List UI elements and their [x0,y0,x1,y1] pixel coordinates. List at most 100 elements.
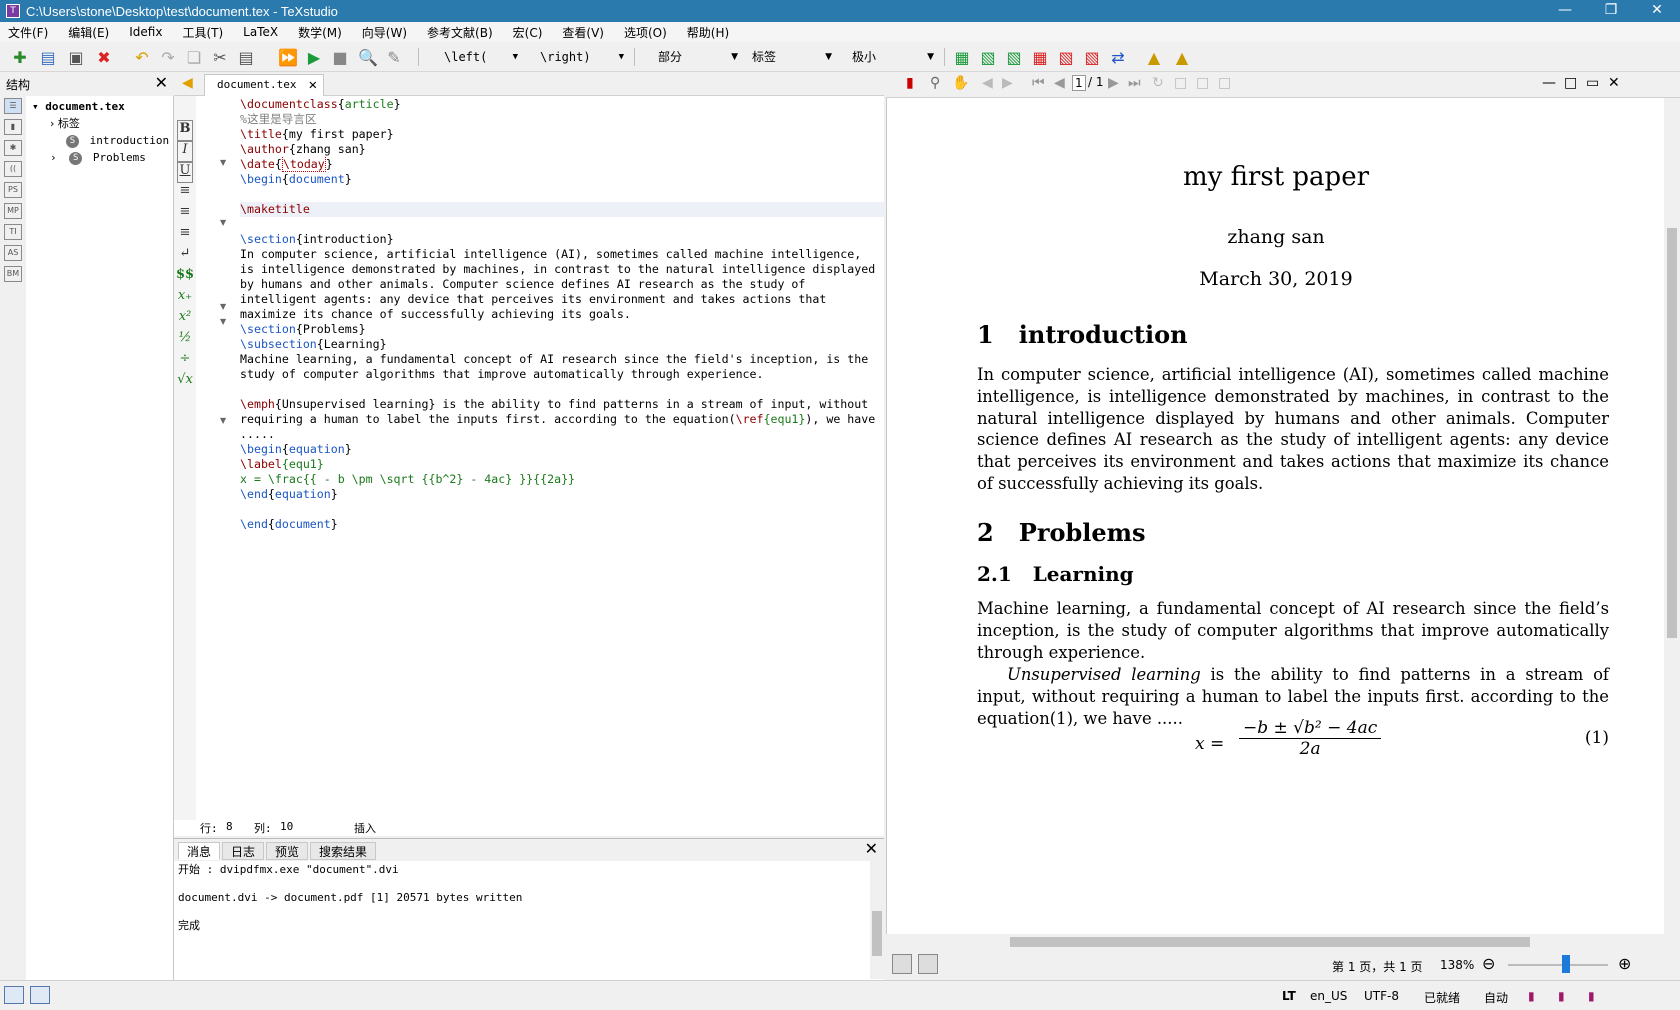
back-icon[interactable]: ◀ [982,75,993,91]
superscript-icon[interactable]: x² [174,309,196,330]
restore-button[interactable]: ❐ [1588,0,1634,22]
forward-icon[interactable]: ▶ [1002,75,1013,91]
menu-view[interactable]: 查看(V) [562,24,604,41]
warning-next-icon[interactable]: ▲ [1170,45,1194,69]
menu-latex[interactable]: LaTeX [243,25,278,39]
menu-idefix[interactable]: Idefix [129,25,162,39]
next-page-icon[interactable]: ▶ [1108,75,1119,91]
code-editor[interactable]: \documentclass{article} %这里是导言区 \title{m… [240,97,884,532]
rotate-icon[interactable]: ↻ [1152,75,1164,91]
fit-page-icon[interactable]: □ [1196,75,1209,91]
undo-icon[interactable]: ↶ [130,45,154,69]
section-combo[interactable]: 部分 ▼ [652,46,740,68]
close-structure-button[interactable]: ✕ [155,73,168,92]
menu-file[interactable]: 文件(F) [8,24,48,41]
align-center-icon[interactable]: ≡ [174,204,196,225]
italic-icon[interactable]: I [177,141,193,162]
bookmark-2-icon[interactable]: ▮ [1558,989,1565,1003]
prev-page-icon[interactable]: ◀ [1054,75,1065,91]
pdf-vertical-scrollbar[interactable] [1664,98,1680,936]
fold-icon[interactable]: ▼ [220,302,226,311]
fraction-icon[interactable]: ½ [174,330,196,351]
stop-icon[interactable]: ■ [328,45,352,69]
underline-icon[interactable]: U [177,162,193,183]
table-remove-row-icon[interactable]: ▦ [1028,45,1052,69]
new-file-icon[interactable]: ✚ [8,45,32,69]
structure-view-icon[interactable]: ☰ [4,98,22,114]
menu-help[interactable]: 帮助(H) [687,24,729,41]
hand-tool-icon[interactable]: ✋ [952,75,969,91]
tab-messages[interactable]: 消息 [178,842,221,860]
chevron-down-icon[interactable]: ▾ [32,100,39,113]
tree-item-problems[interactable]: › S Problems [26,149,174,166]
pdf-viewer[interactable]: my first paper zhang san March 30, 2019 … [886,98,1680,936]
last-page-icon[interactable]: ⏭ [1128,75,1141,91]
zoom-in-icon[interactable]: ⊕ [1618,954,1631,973]
log-icon[interactable]: ✎ [382,45,406,69]
arrow-left-icon[interactable]: ◀ [182,75,193,91]
menu-wizards[interactable]: 向导(W) [362,24,407,41]
tab-document-tex[interactable]: document.tex ✕ [204,74,324,96]
language-tool-icon[interactable]: LT [1282,989,1296,1003]
first-page-icon[interactable]: ⏮ [1032,75,1045,91]
pdf-horizontal-scrollbar[interactable] [886,934,1664,950]
view-pdf-icon[interactable]: 🔍 [356,45,380,69]
toggle-structure-icon[interactable] [4,986,24,1004]
bold-icon[interactable]: B [177,120,193,141]
pstricks-icon[interactable]: PS [4,182,22,198]
bookmark-3-icon[interactable]: ▮ [1588,989,1595,1003]
brackets-icon[interactable]: (( [4,161,22,177]
table-delete-column-icon[interactable]: ▧ [1080,45,1104,69]
bookmark-icon[interactable]: ▮ [1528,989,1535,1003]
zoom-slider-track[interactable] [1508,964,1608,966]
menu-math[interactable]: 数学(M) [298,24,342,41]
page-number-input[interactable]: 1 [1072,75,1086,91]
tree-root[interactable]: ▾ document.tex [26,98,174,115]
table-align-icon[interactable]: ⇄ [1106,45,1130,69]
zoom-out-icon[interactable]: ⊖ [1482,954,1495,973]
open-file-icon[interactable]: ▤ [36,45,60,69]
subscript-icon[interactable]: x₊ [174,288,196,309]
redo-icon[interactable]: ↷ [156,45,180,69]
pdf-float-icon[interactable]: □ [1564,75,1577,91]
save-icon[interactable]: ▣ [64,45,88,69]
menu-edit[interactable]: 编辑(E) [68,24,109,41]
chevron-right-icon[interactable]: › [50,151,57,164]
tab-search-results[interactable]: 搜索结果 [310,842,377,860]
symbols-icon[interactable]: ✱ [4,140,22,156]
tab-log[interactable]: 日志 [222,842,265,860]
zoom-level[interactable]: 138% [1440,958,1474,972]
asymptote-icon[interactable]: AS [4,245,22,261]
metapost-icon[interactable]: MP [4,203,22,219]
pdf-maximize-icon[interactable]: ▭ [1586,75,1599,91]
menu-bibliography[interactable]: 参考文献(B) [427,24,493,41]
copy-icon[interactable]: ❏ [182,45,206,69]
table-insert-column-icon[interactable]: ▧ [1002,45,1026,69]
align-right-icon[interactable]: ≡ [174,225,196,246]
magnifier-icon[interactable]: ⚲ [930,75,940,91]
minimize-button[interactable]: — [1542,0,1588,22]
close-file-icon[interactable]: ✖ [92,45,116,69]
menu-macros[interactable]: 宏(C) [513,24,543,41]
compile-icon[interactable]: ▶ [302,45,326,69]
fold-icon[interactable]: ▼ [220,317,226,326]
paste-icon[interactable]: ▤ [234,45,258,69]
fold-icon[interactable]: ▼ [220,158,226,167]
insert-mode[interactable]: 插入 [354,820,376,836]
fullscreen-icon[interactable]: □ [1218,75,1231,91]
macros-panel-icon[interactable]: BM [4,266,22,282]
math-mode-icon[interactable]: $$ [174,267,196,288]
table-add-row-icon[interactable]: ▦ [950,45,974,69]
close-window-button[interactable]: ✕ [1634,0,1680,22]
newline-icon[interactable]: ↵ [174,246,196,267]
fold-icon[interactable]: ▼ [220,218,226,227]
table-remove-column-icon[interactable]: ▧ [1054,45,1078,69]
tikz-icon[interactable]: TI [4,224,22,240]
pdf-icon[interactable]: ▮ [906,75,914,91]
align-left-icon[interactable]: ≡ [174,183,196,204]
toggle-messages-icon[interactable] [30,986,50,1004]
tree-labels-node[interactable]: › 标签 [26,115,174,132]
font-size-combo[interactable]: 极小 ▼ [846,46,936,68]
warning-previous-icon[interactable]: ▲ [1142,45,1166,69]
close-messages-icon[interactable]: ✕ [865,839,878,858]
